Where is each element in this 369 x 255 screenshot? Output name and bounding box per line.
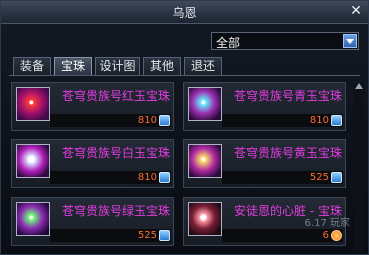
item-price: 810: [309, 115, 329, 126]
orb-cyan-icon: [188, 87, 222, 121]
blue-gem-icon: [159, 172, 170, 183]
item-name: 苍穹贵族号绿玉宝珠: [62, 204, 171, 218]
orb-yellow-icon: [188, 144, 222, 178]
close-icon[interactable]: ✕: [348, 3, 364, 19]
tab-equipment[interactable]: 装备: [13, 57, 51, 75]
blue-gem-icon: [331, 115, 342, 126]
item-price: 6: [322, 230, 329, 241]
scroll-up-icon[interactable]: [355, 83, 363, 89]
item-name: 苍穹贵族号红玉宝珠: [62, 89, 171, 103]
filter-selected-value: 全部: [216, 36, 241, 50]
blue-gem-icon: [159, 115, 170, 126]
shop-item[interactable]: 苍穹贵族号红玉宝珠 810: [11, 82, 174, 131]
item-name: 苍穹贵族号青玉宝珠: [234, 89, 343, 103]
item-price: 810: [137, 172, 157, 183]
heart-orb-icon: [188, 202, 222, 236]
window-title: 乌恩: [172, 6, 197, 20]
watermark-text: 6.17 玩家: [304, 218, 350, 229]
tab-other[interactable]: 其他: [143, 57, 181, 75]
chevron-down-icon[interactable]: [343, 34, 357, 48]
tab-orbs[interactable]: 宝珠: [54, 57, 92, 75]
item-price: 525: [137, 230, 157, 241]
tab-divider: [9, 75, 360, 76]
blue-gem-icon: [331, 172, 342, 183]
item-name: 苍穹贵族号黄玉宝珠: [234, 146, 343, 160]
item-price: 810: [137, 115, 157, 126]
shop-window: 乌恩 ✕ 全部 装备 宝珠 设计图 其他 退还 苍穹贵族号红玉宝珠 810 苍穹…: [0, 0, 369, 255]
shop-item[interactable]: 苍穹贵族号白玉宝珠 810: [11, 139, 174, 188]
shop-item[interactable]: 苍穹贵族号青玉宝珠 810: [183, 82, 346, 131]
shop-item[interactable]: 苍穹贵族号绿玉宝珠 525: [11, 197, 174, 246]
shop-item[interactable]: 苍穹贵族号黄玉宝珠 525: [183, 139, 346, 188]
item-name: 苍穹贵族号白玉宝珠: [62, 146, 171, 160]
item-price: 525: [309, 172, 329, 183]
orb-red-icon: [16, 87, 50, 121]
orb-green-icon: [16, 202, 50, 236]
scrollbar[interactable]: [354, 83, 364, 251]
heart-coin-icon: [331, 230, 342, 241]
filter-dropdown[interactable]: 全部: [211, 32, 359, 50]
title-bar[interactable]: 乌恩 ✕: [1, 1, 368, 24]
orb-white-icon: [16, 144, 50, 178]
tab-return[interactable]: 退还: [184, 57, 222, 75]
blue-gem-icon: [159, 230, 170, 241]
tab-blueprints[interactable]: 设计图: [95, 57, 140, 75]
